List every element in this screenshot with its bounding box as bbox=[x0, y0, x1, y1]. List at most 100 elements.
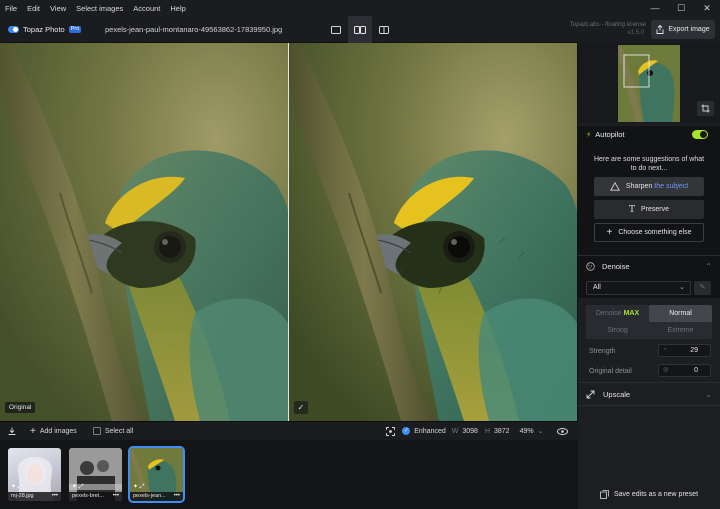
minimize-icon[interactable]: — bbox=[642, 0, 668, 16]
denoise-scope-select[interactable]: All ⌄ bbox=[586, 281, 691, 295]
split-view-icon bbox=[379, 25, 389, 34]
bottom-toolbar: + Add images Select all ✓ Enhanced W 309… bbox=[0, 421, 578, 440]
chevron-up-icon[interactable]: ⌃ bbox=[705, 262, 712, 271]
export-image-button[interactable]: Export image bbox=[651, 20, 715, 39]
original-detail-input[interactable]: ◎ 0 bbox=[658, 364, 711, 377]
sharpen-subject-button[interactable]: Sharpen the subject bbox=[594, 177, 704, 196]
window-controls: — ☐ ✕ bbox=[642, 0, 720, 16]
filmstrip: ✦ ⤢ mj-28.jpg ••• ✦ ⤢ pexels-bret... •••… bbox=[0, 440, 578, 509]
plus-icon: + bbox=[30, 425, 36, 437]
side-by-side-view-button[interactable] bbox=[348, 16, 372, 43]
eye-icon bbox=[557, 427, 569, 435]
navigator-thumbnail[interactable] bbox=[618, 45, 680, 122]
fit-view-button[interactable] bbox=[386, 426, 396, 436]
image-dimensions: W 3098 H 3872 bbox=[452, 428, 510, 435]
brand-toggle-icon[interactable] bbox=[8, 26, 19, 33]
more-options-icon[interactable]: ••• bbox=[113, 492, 119, 501]
more-options-icon[interactable]: ••• bbox=[52, 492, 58, 501]
crop-button[interactable] bbox=[697, 101, 714, 116]
detail-icon: ◎ bbox=[663, 367, 669, 373]
autopilot-toggle[interactable] bbox=[692, 130, 708, 139]
select-all-toggle[interactable]: Select all bbox=[92, 427, 134, 435]
sharpen-label: Sharpen bbox=[625, 183, 653, 190]
chevron-down-icon: ⌄ bbox=[679, 284, 685, 291]
crop-icon bbox=[701, 104, 710, 113]
denoise-icon bbox=[586, 262, 595, 271]
brush-icon: ✎ bbox=[699, 284, 706, 291]
check-circle-icon: ✓ bbox=[402, 427, 411, 435]
original-image-pane[interactable] bbox=[0, 43, 288, 421]
denoise-section-header[interactable]: Denoise ⌃ bbox=[578, 255, 720, 277]
collapse-filmstrip-button[interactable] bbox=[8, 427, 16, 435]
denoise-scope-value: All bbox=[593, 284, 601, 291]
upscale-arrows-icon bbox=[586, 390, 595, 398]
height-label: H bbox=[484, 427, 490, 435]
text-icon: T bbox=[628, 204, 635, 215]
lightning-icon: ⚡ bbox=[586, 130, 592, 139]
select-all-label: Select all bbox=[104, 427, 134, 435]
mode-strong[interactable]: Strong bbox=[586, 322, 649, 339]
choose-something-else-button[interactable]: + Choose something else bbox=[594, 223, 704, 242]
download-arrow-icon bbox=[8, 427, 16, 435]
width-value: 3098 bbox=[462, 427, 478, 435]
menu-select-images[interactable]: Select images bbox=[71, 4, 128, 13]
subject-label: the subject bbox=[654, 183, 689, 190]
preset-icon bbox=[600, 489, 609, 499]
mode-normal[interactable]: Normal bbox=[649, 305, 712, 322]
file-name: pexels-jean-paul-montanaro-49563862-1783… bbox=[105, 25, 283, 34]
split-view-button[interactable] bbox=[372, 16, 396, 43]
strength-value: 29 bbox=[690, 347, 698, 354]
upscale-section-header[interactable]: Upscale ⌄ bbox=[578, 382, 720, 406]
height-value: 3872 bbox=[494, 427, 510, 435]
enhanced-indicator[interactable]: ✓ Enhanced bbox=[402, 427, 446, 435]
mode-denoise-label: Denoise bbox=[595, 310, 622, 317]
upscale-title: Upscale bbox=[603, 389, 631, 399]
more-options-icon[interactable]: ••• bbox=[174, 492, 180, 501]
focus-frame-icon bbox=[386, 426, 396, 436]
menu-file[interactable]: File bbox=[0, 4, 22, 13]
strength-input[interactable]: ◔ 29 bbox=[658, 344, 711, 357]
view-mode-group bbox=[324, 16, 396, 43]
chevron-down-icon: ⌄ bbox=[537, 428, 544, 435]
menu-help[interactable]: Help bbox=[165, 4, 190, 13]
preserve-button[interactable]: T Preserve bbox=[594, 200, 704, 219]
mode-denoise-max[interactable]: Denoise MAX bbox=[586, 305, 649, 322]
chevron-down-icon[interactable]: ⌄ bbox=[705, 390, 712, 399]
autopilot-suggestion: Here are some suggestions of what to do … bbox=[593, 156, 705, 172]
filmstrip-thumb[interactable]: ✦ ⤢ mj-28.jpg ••• bbox=[8, 448, 61, 501]
right-header: TopazLabs - floating license v1.5.0 Expo… bbox=[570, 16, 720, 43]
filmstrip-thumb-selected[interactable]: ✦ ⤢ pexels-jean... ••• bbox=[128, 446, 185, 503]
mask-brush-button[interactable]: ✎ bbox=[694, 281, 711, 295]
enhanced-image-pane[interactable] bbox=[289, 43, 577, 421]
save-preset-button[interactable]: Save edits as a new preset bbox=[578, 485, 720, 503]
select-all-checkbox[interactable] bbox=[92, 427, 101, 435]
denoise-mode-selector: Denoise MAX Normal Strong Extreme bbox=[586, 305, 712, 339]
thumb-status-icon: ✦ ⤢ bbox=[11, 484, 23, 490]
menu-view[interactable]: View bbox=[45, 4, 71, 13]
triangle-icon bbox=[609, 182, 620, 191]
zoom-value: 49% bbox=[519, 427, 534, 435]
original-detail-value: 0 bbox=[694, 367, 698, 374]
maximize-icon[interactable]: ☐ bbox=[668, 0, 694, 16]
zoom-select[interactable]: 49% ⌄ bbox=[519, 427, 544, 436]
mode-extreme[interactable]: Extreme bbox=[649, 322, 712, 339]
navigator-image bbox=[618, 45, 680, 122]
close-icon[interactable]: ✕ bbox=[694, 0, 720, 16]
save-preset-label: Save edits as a new preset bbox=[613, 490, 699, 498]
menu-account[interactable]: Account bbox=[128, 4, 165, 13]
preview-toggle-button[interactable] bbox=[557, 427, 569, 435]
enhanced-check-tag[interactable]: ✓ bbox=[294, 401, 308, 414]
menu-edit[interactable]: Edit bbox=[22, 4, 45, 13]
single-view-button[interactable] bbox=[324, 16, 348, 43]
side-by-side-icon bbox=[354, 25, 366, 34]
app-header: Topaz Photo Pro pexels-jean-paul-montana… bbox=[0, 16, 578, 43]
add-images-button[interactable]: + Add images bbox=[30, 426, 77, 437]
plus-icon: + bbox=[606, 227, 613, 238]
brand-name: Topaz Photo bbox=[23, 25, 65, 34]
autopilot-title: Autopilot bbox=[595, 130, 625, 139]
filmstrip-thumb[interactable]: ✦ ⤢ pexels-bret... ••• bbox=[69, 448, 122, 501]
strength-label: Strength bbox=[589, 348, 616, 355]
thumb-status-icon: ✦ ⤢ bbox=[72, 484, 84, 490]
export-icon bbox=[656, 25, 664, 34]
preserve-label: Preserve bbox=[641, 206, 670, 213]
